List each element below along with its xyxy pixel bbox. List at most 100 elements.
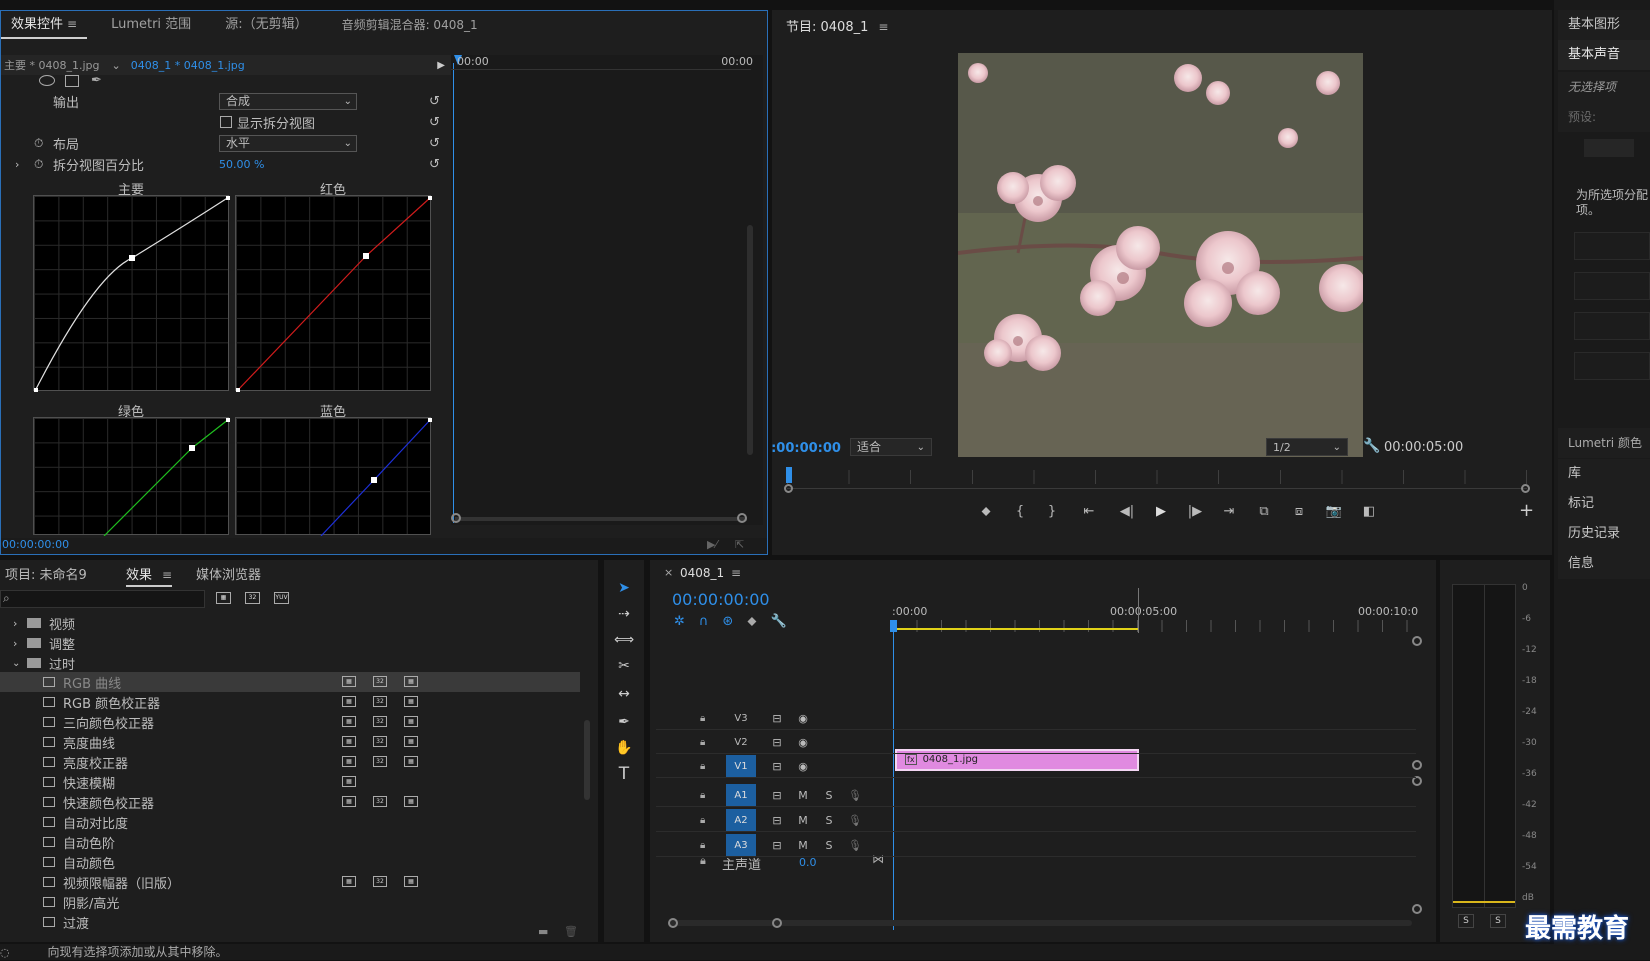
- track-select-icon[interactable]: ⇢: [612, 602, 636, 626]
- sound-type-button[interactable]: [1574, 232, 1650, 260]
- effect-item[interactable]: 过渡: [0, 912, 580, 932]
- tab-effect-controls[interactable]: 效果控件 ≡: [1, 12, 88, 39]
- effect-item[interactable]: 亮度曲线 ▦ 32 ▦: [0, 732, 580, 752]
- tab-essential-sound[interactable]: 基本声音: [1558, 40, 1650, 70]
- snap-icon[interactable]: ∩: [699, 614, 709, 629]
- lock-icon[interactable]: 🔒︎: [700, 840, 726, 851]
- ellipse-mask-icon[interactable]: [39, 75, 55, 86]
- ec-h-scroll[interactable]: [455, 517, 747, 521]
- sequence-tab[interactable]: 0408_1: [680, 566, 724, 580]
- sync-lock-icon[interactable]: ⊟: [764, 712, 790, 725]
- extract-icon[interactable]: ⧈: [1282, 504, 1316, 519]
- effect-item[interactable]: 亮度校正器 ▦ 32 ▦: [0, 752, 580, 772]
- tab-history[interactable]: 历史记录: [1558, 519, 1650, 549]
- red-curve-graph[interactable]: [235, 195, 432, 392]
- ec-timecode[interactable]: 00:00:00:00: [1, 538, 767, 554]
- green-curve-graph[interactable]: [33, 417, 230, 537]
- selection-tool-icon[interactable]: ➤: [612, 576, 636, 600]
- effect-item[interactable]: 自动色阶: [0, 832, 580, 852]
- playhead-icon[interactable]: [786, 467, 792, 483]
- track-target-button[interactable]: V3: [726, 707, 756, 729]
- folder-obsolete[interactable]: ⌄ 过时: [0, 653, 580, 673]
- tab-audio-clip-mixer[interactable]: 音频剪辑混合器: 0408_1: [332, 11, 488, 39]
- pen-icon[interactable]: ✒: [612, 710, 636, 734]
- tab-info[interactable]: 信息: [1558, 549, 1650, 579]
- master-track-value[interactable]: 0.0: [799, 856, 817, 869]
- mic-icon[interactable]: 🎙: [842, 789, 868, 802]
- lock-icon[interactable]: 🔒︎: [700, 737, 726, 748]
- tab-markers[interactable]: 标记: [1558, 489, 1650, 519]
- reset-icon[interactable]: ↺: [429, 94, 440, 109]
- sync-lock-icon[interactable]: ⊟: [764, 789, 790, 802]
- mic-icon[interactable]: 🎙: [842, 814, 868, 827]
- sync-lock-icon[interactable]: ⊟: [764, 760, 790, 773]
- sync-lock-icon[interactable]: ⊟: [764, 839, 790, 852]
- tab-essential-graphics[interactable]: 基本图形: [1558, 10, 1650, 40]
- add-marker-icon[interactable]: ⬥: [747, 614, 756, 629]
- tab-effects[interactable]: 效果 ≡: [126, 564, 173, 587]
- blue-curve-graph[interactable]: [235, 417, 432, 537]
- scroll-handle-right[interactable]: [737, 513, 747, 523]
- stopwatch-icon[interactable]: ⏱: [34, 136, 43, 151]
- lock-icon[interactable]: 🔒︎: [700, 815, 726, 826]
- effect-item[interactable]: 自动颜色: [0, 852, 580, 872]
- hand-icon[interactable]: ✋: [612, 736, 636, 760]
- scroll-handle-right[interactable]: [772, 918, 782, 928]
- lift-icon[interactable]: ⧉: [1246, 504, 1282, 519]
- solo-right-button[interactable]: S: [1490, 914, 1506, 928]
- rectangle-mask-icon[interactable]: [65, 75, 79, 87]
- go-to-in-icon[interactable]: ⇤: [1068, 504, 1110, 519]
- timeline-timecode[interactable]: 00:00:00:00: [672, 590, 770, 609]
- layout-dropdown[interactable]: 水平 ⌄: [219, 134, 357, 152]
- stopwatch-icon[interactable]: ⏱: [34, 157, 43, 172]
- yuv-icon[interactable]: YUV: [274, 592, 289, 604]
- ripple-edit-icon[interactable]: ⟺: [612, 628, 636, 652]
- sync-lock-icon[interactable]: ⊟: [764, 736, 790, 749]
- eye-icon[interactable]: ◉: [790, 736, 816, 749]
- solo-button[interactable]: S: [816, 814, 842, 827]
- 32bit-icon[interactable]: 32: [245, 592, 260, 604]
- track-target-button[interactable]: A2: [726, 809, 756, 831]
- program-timecode[interactable]: 00:00:00:00: [772, 441, 841, 456]
- tab-project[interactable]: 项目: 未命名9: [5, 564, 87, 583]
- v-scroll-handle[interactable]: [1412, 636, 1422, 646]
- master-clip-label[interactable]: 主要 * 0408_1.jpg: [4, 57, 100, 73]
- ec-scrollbar[interactable]: [747, 225, 753, 455]
- play-icon[interactable]: ▶: [1144, 504, 1178, 519]
- effect-item[interactable]: 阴影/高光: [0, 892, 580, 912]
- sound-type-button[interactable]: [1574, 272, 1650, 300]
- wrench-icon[interactable]: 🔧: [1363, 438, 1380, 454]
- slip-icon[interactable]: ↔: [612, 682, 636, 706]
- mute-button[interactable]: M: [790, 789, 816, 802]
- effect-item[interactable]: RGB 曲线 ▦ 32 ▦: [0, 672, 580, 692]
- wrench-icon[interactable]: 🔧: [770, 614, 786, 629]
- effect-item[interactable]: RGB 颜色校正器 ▦ 32 ▦: [0, 692, 580, 712]
- close-icon[interactable]: ×: [664, 566, 673, 579]
- solo-left-button[interactable]: S: [1458, 914, 1474, 928]
- tab-libraries[interactable]: 库: [1558, 459, 1650, 489]
- solo-button[interactable]: S: [816, 839, 842, 852]
- mute-button[interactable]: M: [790, 814, 816, 827]
- track-target-button[interactable]: A1: [726, 784, 756, 806]
- v-scroll-handle[interactable]: [1412, 904, 1422, 914]
- tab-lumetri-scopes[interactable]: Lumetri 范围: [101, 11, 201, 39]
- linked-selection-icon[interactable]: ⊛: [722, 614, 733, 629]
- resolution-dropdown[interactable]: 1/2 ⌄: [1266, 438, 1348, 456]
- menu-icon[interactable]: ≡: [878, 20, 888, 34]
- chevron-right-icon[interactable]: ›: [15, 158, 19, 171]
- tab-source[interactable]: 源:（无剪辑）: [215, 11, 317, 39]
- menu-icon[interactable]: ≡: [162, 568, 172, 582]
- scroll-handle-left[interactable]: [451, 513, 461, 523]
- program-video-frame[interactable]: [958, 53, 1363, 457]
- add-button-icon[interactable]: +: [1519, 500, 1534, 521]
- effects-search-input[interactable]: ⌕: [0, 590, 205, 608]
- sync-lock-icon[interactable]: ⊟: [764, 814, 790, 827]
- step-back-icon[interactable]: ◀|: [1110, 504, 1144, 519]
- split-pct-value[interactable]: 50.00 %: [219, 158, 264, 171]
- fit-dropdown[interactable]: 适合 ⌄: [850, 438, 932, 456]
- effect-item[interactable]: 三向颜色校正器 ▦ 32 ▦: [0, 712, 580, 732]
- folder-adjust[interactable]: › 调整: [0, 633, 580, 653]
- go-to-out-icon[interactable]: ⇥: [1212, 504, 1246, 519]
- chevron-down-icon[interactable]: ⌄: [112, 59, 121, 72]
- mute-button[interactable]: M: [790, 839, 816, 852]
